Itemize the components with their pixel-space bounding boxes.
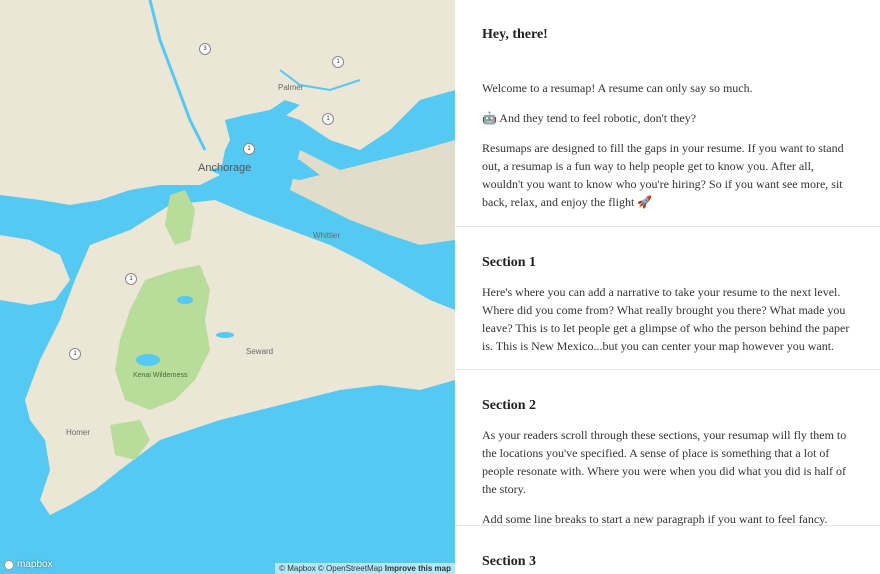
- lake-tustumena: [177, 296, 193, 304]
- mapbox-logo-icon: [4, 559, 14, 570]
- highway-shield: 1: [125, 273, 137, 285]
- story-panel[interactable]: Hey, there! Welcome to a resumap! A resu…: [455, 0, 880, 574]
- west-coast: [0, 235, 70, 305]
- lake-skilak: [136, 354, 160, 366]
- section-2-title: Section 2: [482, 398, 537, 413]
- rocket-icon: 🚀: [637, 195, 653, 209]
- section-1: Section 1 Here's where you can add a nar…: [455, 227, 880, 370]
- attribution-improve-link[interactable]: Improve this map: [385, 564, 451, 573]
- section-3-title: Section 3: [482, 554, 537, 569]
- intro-paragraph-2: 🤖 And they tend to feel robotic, don't t…: [482, 109, 853, 127]
- section-1-title: Section 1: [482, 255, 537, 270]
- map-attribution: © Mapbox © OpenStreetMap Improve this ma…: [275, 563, 455, 574]
- highway-shield: 3: [199, 43, 211, 55]
- intro-paragraph-1: Welcome to a resumap! A resume can only …: [482, 81, 753, 95]
- section-3: Section 3: [455, 526, 880, 570]
- east-ranges: [290, 140, 455, 245]
- map-label-seward: Seward: [246, 347, 274, 356]
- map-label-homer: Homer: [66, 428, 91, 437]
- map-terrain: [0, 0, 455, 515]
- mapbox-logo[interactable]: mapbox: [4, 559, 53, 570]
- section-2-paragraph-2: Add some line breaks to start a new para…: [482, 512, 828, 526]
- highway-shield: 1: [322, 113, 334, 125]
- attribution-osm-link[interactable]: © OpenStreetMap: [318, 564, 383, 573]
- highway-shield: 1: [332, 56, 344, 68]
- section-2-paragraph-1: As your readers scroll through these sec…: [482, 428, 847, 496]
- highway-shield: 1: [69, 348, 81, 360]
- attribution-mapbox-link[interactable]: © Mapbox: [279, 564, 316, 573]
- map-label-palmer: Palmer: [278, 83, 304, 92]
- map-label-whittier: Whittier: [313, 231, 341, 240]
- intro-paragraph-2-text: And they tend to feel robotic, don't the…: [496, 111, 697, 125]
- section-2: Section 2 As your readers scroll through…: [455, 370, 880, 526]
- intro-paragraph-3: Resumaps are designed to fill the gaps i…: [482, 139, 853, 211]
- intro-paragraph-3-text: Resumaps are designed to fill the gaps i…: [482, 141, 844, 209]
- lake-kenai: [216, 332, 234, 338]
- robot-icon: 🤖: [482, 111, 497, 125]
- map-canvas[interactable]: Palmer Anchorage Whittier Seward Kenai W…: [0, 0, 455, 574]
- highway-shield: 1: [243, 143, 255, 155]
- intro-section: Hey, there! Welcome to a resumap! A resu…: [455, 0, 880, 227]
- map-label-kenai-wilderness: Kenai Wilderness: [133, 372, 188, 379]
- mapbox-logo-text: mapbox: [17, 559, 53, 570]
- intro-title: Hey, there!: [482, 27, 548, 42]
- map-label-anchorage: Anchorage: [198, 162, 252, 174]
- section-1-body: Here's where you can add a narrative to …: [482, 285, 850, 353]
